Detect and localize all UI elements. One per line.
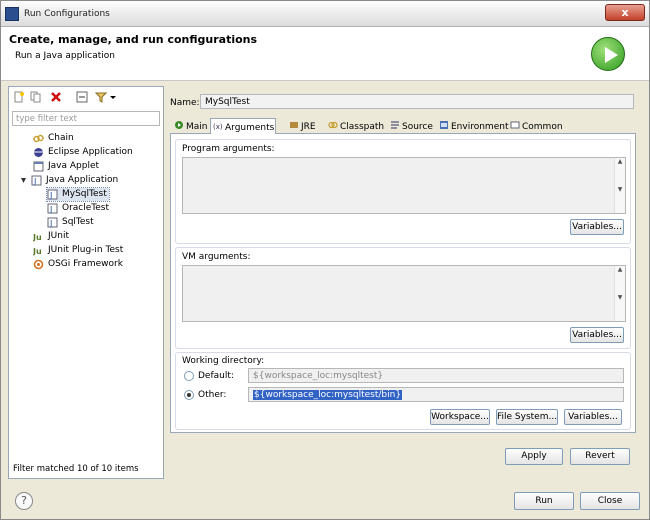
name-field[interactable]: MySqlTest (200, 94, 634, 109)
tab-main[interactable]: Main (172, 118, 210, 134)
working-directory-group: Working directory: Default: ${workspace_… (175, 352, 631, 430)
workspace-button[interactable]: Workspace... (430, 409, 490, 425)
window-close-button[interactable]: x (605, 4, 645, 21)
duplicate-icon[interactable] (30, 91, 42, 103)
vm-arguments-input[interactable]: ▲ ▼ (182, 265, 626, 322)
vm-arguments-label: VM arguments: (182, 252, 251, 262)
configuration-editor: Name: MySqlTest Main (x)=Arguments JRE C… (168, 86, 640, 476)
svg-text:J: J (49, 219, 52, 228)
run-button[interactable]: Run (514, 492, 574, 510)
other-directory-field[interactable]: ${workspace_loc:mysqltest/bin} (248, 387, 624, 402)
header-title: Create, manage, and run configurations (9, 33, 258, 46)
eclipse-icon (34, 148, 43, 157)
tab-source[interactable]: Source (388, 118, 435, 134)
java-app-icon: J (31, 175, 42, 186)
osgi-icon (33, 259, 44, 270)
header-subtitle: Run a Java application (15, 51, 116, 61)
directory-variables-button[interactable]: Variables... (564, 409, 622, 425)
other-label: Other: (198, 390, 227, 400)
junit-icon: Ju (33, 233, 42, 242)
environment-icon (440, 121, 448, 129)
common-icon (510, 121, 520, 129)
program-arguments-group: Program arguments: ▲ ▼ Variables... (175, 139, 631, 244)
jre-icon (290, 122, 298, 128)
program-arguments-label: Program arguments: (182, 144, 275, 154)
filter-status: Filter matched 10 of 10 items (13, 464, 139, 474)
filter-icon[interactable] (95, 91, 107, 103)
chain-icon (33, 134, 44, 143)
tree-item-mysqltest[interactable]: J MySqlTest (46, 187, 110, 202)
default-label: Default: (198, 371, 234, 381)
configuration-list-panel: type filter text Chain Eclipse Applicati… (8, 86, 164, 479)
name-label: Name: (170, 98, 200, 108)
tab-arguments[interactable]: (x)=Arguments (210, 118, 276, 134)
tab-environment[interactable]: Environment (437, 118, 510, 134)
classpath-icon (328, 121, 338, 129)
arguments-tab-content: Program arguments: ▲ ▼ Variables... VM ar… (170, 133, 636, 433)
main-icon (175, 121, 183, 129)
java-class-icon: J (47, 189, 58, 200)
title-bar: Run Configurations x (1, 1, 649, 27)
delete-icon[interactable] (50, 91, 62, 103)
config-tabs: Main (x)=Arguments JRE Classpath Source … (170, 118, 636, 134)
window-title: Run Configurations (24, 9, 110, 19)
vm-variables-button[interactable]: Variables... (570, 327, 624, 343)
chevron-down-icon[interactable] (109, 91, 117, 103)
collapse-all-icon[interactable] (76, 91, 88, 103)
svg-text:J: J (49, 205, 52, 214)
junit-plugin-icon: Ju (33, 247, 42, 256)
default-directory-field: ${workspace_loc:mysqltest} (248, 368, 624, 383)
other-directory-value: ${workspace_loc:mysqltest/bin} (253, 390, 403, 400)
dialog-header: Create, manage, and run configurations R… (1, 27, 649, 81)
program-arguments-input[interactable]: ▲ ▼ (182, 157, 626, 214)
applet-icon (33, 161, 44, 172)
file-system-button[interactable]: File System... (496, 409, 558, 425)
expand-arrow-icon[interactable] (20, 177, 27, 184)
scrollbar[interactable]: ▲ ▼ (614, 158, 625, 213)
tab-jre[interactable]: JRE (287, 118, 318, 134)
scrollbar[interactable]: ▲ ▼ (614, 266, 625, 321)
svg-text:Ju: Ju (33, 233, 42, 242)
revert-button[interactable]: Revert (570, 448, 630, 465)
vm-arguments-group: VM arguments: ▲ ▼ Variables... (175, 247, 631, 349)
arguments-icon: (x)= (213, 123, 223, 131)
apply-button[interactable]: Apply (505, 448, 563, 465)
run-icon (591, 37, 625, 71)
default-radio[interactable] (184, 371, 194, 381)
java-class-icon: J (47, 217, 58, 228)
run-configurations-dialog: Run Configurations x Create, manage, and… (0, 0, 650, 520)
eclipse-app-icon (5, 7, 19, 21)
new-config-icon[interactable] (13, 91, 25, 103)
tab-common[interactable]: Common (508, 118, 565, 134)
svg-text:Ju: Ju (33, 247, 42, 256)
close-button[interactable]: Close (580, 492, 640, 510)
java-class-icon: J (47, 203, 58, 214)
svg-text:J: J (49, 191, 52, 200)
other-radio[interactable] (184, 390, 194, 400)
tab-classpath[interactable]: Classpath (326, 118, 386, 134)
filter-input[interactable]: type filter text (12, 111, 160, 126)
config-toolbar (9, 87, 163, 109)
svg-text:J: J (33, 177, 36, 186)
help-icon[interactable]: ? (15, 492, 33, 510)
svg-text:(x)=: (x)= (213, 123, 223, 131)
source-icon (391, 121, 399, 129)
working-directory-label: Working directory: (182, 356, 265, 366)
program-variables-button[interactable]: Variables... (570, 219, 624, 235)
